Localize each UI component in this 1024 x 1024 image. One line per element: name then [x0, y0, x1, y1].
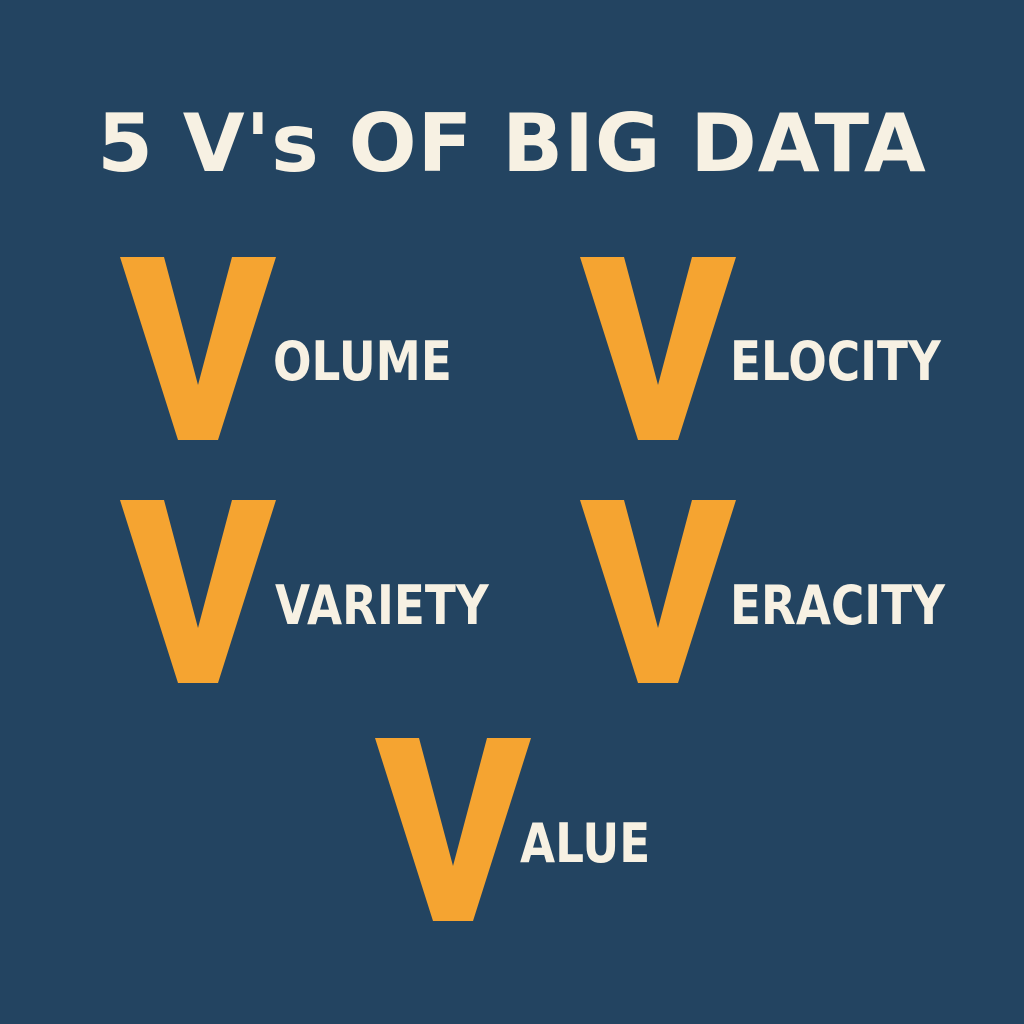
v-glyph-icon — [375, 738, 531, 921]
v-glyph-icon — [580, 500, 736, 683]
big-v-letter — [373, 738, 533, 923]
page-title: 5 V's OF BIG DATA — [97, 97, 927, 190]
v-glyph-icon — [580, 257, 736, 440]
v-glyph-icon — [120, 500, 276, 683]
big-v-letter — [118, 500, 278, 685]
big-v-letter — [578, 500, 738, 685]
v-glyph-icon — [120, 257, 276, 440]
word-volume: OLUME — [273, 330, 452, 393]
big-v-letter — [578, 257, 738, 442]
word-velocity: ELOCITY — [730, 330, 941, 393]
word-veracity: ERACITY — [730, 574, 945, 637]
word-variety: VARIETY — [275, 574, 489, 637]
word-value: ALUE — [520, 812, 651, 875]
big-v-letter — [118, 257, 278, 442]
